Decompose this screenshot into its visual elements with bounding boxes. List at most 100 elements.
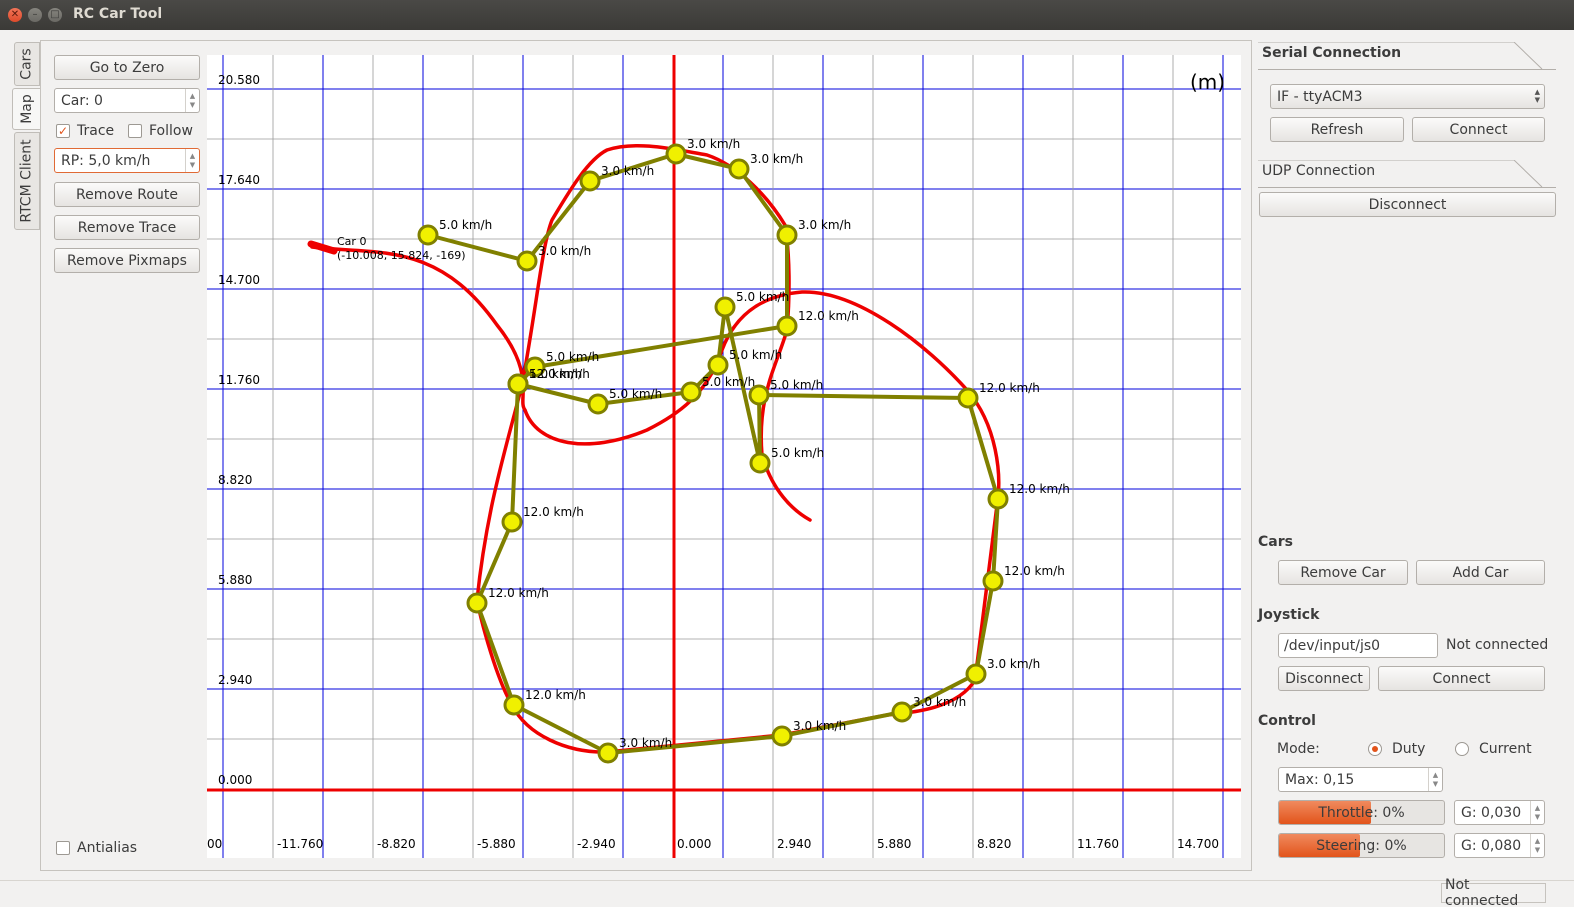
spin-arrows-icon[interactable]: ▲ ▼ [1428, 768, 1442, 791]
waypoint-marker[interactable] [776, 224, 798, 246]
waypoint-marker[interactable] [507, 373, 529, 395]
y-tick-label: 0.000 [218, 773, 252, 787]
close-window-button[interactable]: ✕ [8, 8, 22, 22]
control-section-title: Control [1258, 713, 1316, 729]
waypoint-speed-label: 3.0 km/h [913, 695, 966, 709]
minimize-window-button[interactable]: – [28, 8, 42, 22]
x-tick-label: 0.000 [677, 837, 711, 851]
x-tick-label: -11.760 [277, 837, 323, 851]
waypoint-speed-label: 3.0 km/h [793, 719, 846, 733]
steering-gain-value: G: 0,080 [1461, 837, 1522, 854]
waypoint-speed-label: 3.0 km/h [798, 218, 851, 232]
x-tick-label: 00 [207, 837, 222, 851]
x-tick-label: -8.820 [377, 837, 416, 851]
car-spinbox[interactable]: Car: 0 ▲ ▼ [54, 88, 200, 113]
waypoint-marker[interactable] [516, 250, 538, 272]
car-pose-label: (-10.008, 15.824, -169) [337, 249, 465, 262]
joystick-status-label: Not connected [1446, 637, 1549, 653]
waypoint-marker[interactable] [579, 170, 601, 192]
waypoint-marker[interactable] [982, 570, 1004, 592]
max-duty-value: Max: 0,15 [1285, 771, 1355, 788]
joystick-disconnect-button[interactable]: Disconnect [1278, 666, 1370, 691]
waypoint-marker[interactable] [891, 701, 913, 723]
car-name-label: Car 0 [337, 235, 366, 248]
map-view[interactable]: 20.580 17.640 14.700 11.760 8.820 5.880 2.940 0… [207, 55, 1241, 858]
title-bar: ✕ – □ RC Car Tool [0, 0, 1574, 30]
steering-progress: Steering: 0% [1278, 833, 1445, 858]
tab-map[interactable]: Map [12, 88, 40, 130]
steering-progress-text: Steering: 0% [1316, 837, 1407, 854]
waypoint-marker[interactable] [957, 387, 979, 409]
waypoint-marker[interactable] [728, 158, 750, 180]
serial-refresh-button[interactable]: Refresh [1270, 117, 1404, 142]
duty-radio[interactable]: Duty [1368, 741, 1425, 757]
waypoint-marker[interactable] [501, 511, 523, 533]
waypoint-marker[interactable] [707, 354, 729, 376]
waypoint-marker[interactable] [776, 315, 798, 337]
x-tick-label: 14.700 [1177, 837, 1219, 851]
x-tick-label: 11.760 [1077, 837, 1119, 851]
waypoint-speed-label: 12.0 km/h [979, 381, 1040, 395]
waypoint-marker[interactable] [965, 663, 987, 685]
spin-arrows-icon[interactable]: ▲ ▼ [1530, 801, 1544, 824]
tab-cars[interactable]: Cars [14, 42, 40, 86]
joystick-connect-button[interactable]: Connect [1378, 666, 1545, 691]
steering-gain-spinbox[interactable]: G: 0,080 ▲ ▼ [1454, 833, 1545, 858]
remove-pixmaps-button[interactable]: Remove Pixmaps [54, 248, 200, 273]
serial-port-value: IF - ttyACM3 [1277, 88, 1363, 105]
add-car-button[interactable]: Add Car [1416, 560, 1545, 585]
spin-arrows-icon[interactable]: ▲ ▼ [1530, 834, 1544, 857]
spin-arrows-icon[interactable]: ▲ ▼ [185, 89, 199, 112]
max-duty-spinbox[interactable]: Max: 0,15 ▲ ▼ [1278, 767, 1443, 792]
y-tick-label: 11.760 [218, 373, 260, 387]
current-radio[interactable]: Current [1455, 741, 1532, 757]
throttle-gain-spinbox[interactable]: G: 0,030 ▲ ▼ [1454, 800, 1545, 825]
remove-car-button[interactable]: Remove Car [1278, 560, 1408, 585]
go-to-zero-button[interactable]: Go to Zero [54, 55, 200, 80]
spin-arrows-icon[interactable]: ▲ ▼ [185, 149, 199, 172]
radio-selected-icon [1368, 742, 1382, 756]
unit-label: (m) [1190, 70, 1225, 94]
waypoint-speed-label: 5.0 km/h [736, 290, 789, 304]
trace-checkbox[interactable]: ✓ Trace [56, 123, 114, 139]
waypoint-marker[interactable] [771, 725, 793, 747]
waypoint-speed-label: 3.0 km/h [619, 736, 672, 750]
waypoint-marker[interactable] [587, 393, 609, 415]
waypoint-speed-label: 5.0 km/h [771, 446, 824, 460]
rp-speed-spinbox[interactable]: RP: 5,0 km/h ▲ ▼ [54, 148, 200, 173]
y-tick-label: 20.580 [218, 73, 260, 87]
joystick-device-input[interactable]: /dev/input/js0 [1278, 633, 1438, 658]
waypoint-marker[interactable] [665, 143, 687, 165]
remove-route-button[interactable]: Remove Route [54, 182, 200, 207]
follow-checkbox[interactable]: Follow [128, 123, 193, 139]
radio-empty-icon [1455, 742, 1469, 756]
tab-rtcm-client[interactable]: RTCM Client [14, 132, 40, 230]
current-label: Current [1479, 741, 1532, 757]
maximize-window-button[interactable]: □ [48, 8, 62, 22]
serial-connect-button[interactable]: Connect [1412, 117, 1545, 142]
checkbox-empty-icon [56, 841, 70, 855]
duty-label: Duty [1392, 741, 1426, 757]
antialias-checkbox[interactable]: Antialias [56, 840, 137, 856]
waypoint-speed-label: 5.0 km/h [439, 218, 492, 232]
waypoint-marker[interactable] [417, 224, 439, 246]
waypoint-speed-label: 12.0 km/h [1004, 564, 1065, 578]
waypoint-marker[interactable] [503, 694, 525, 716]
waypoint-marker[interactable] [714, 296, 736, 318]
waypoint-marker[interactable] [466, 592, 488, 614]
waypoint-speed-label: 3.0 km/h [687, 137, 740, 151]
waypoint-marker[interactable] [597, 742, 619, 764]
serial-connection-title: Serial Connection [1262, 45, 1402, 61]
waypoint-speed-label: 3.0 km/h [987, 657, 1040, 671]
mode-label: Mode: [1277, 741, 1320, 757]
serial-port-select[interactable]: IF - ttyACM3 ▲ ▼ [1270, 84, 1545, 109]
waypoint-marker[interactable] [680, 381, 702, 403]
waypoint-marker[interactable] [987, 488, 1009, 510]
y-tick-label: 17.640 [218, 173, 260, 187]
udp-disconnect-button[interactable]: Disconnect [1259, 192, 1556, 217]
remove-trace-button[interactable]: Remove Trace [54, 215, 200, 240]
status-text: Not connected [1441, 877, 1546, 907]
waypoint-marker[interactable] [749, 452, 771, 474]
throttle-gain-value: G: 0,030 [1461, 804, 1522, 821]
cars-section-title: Cars [1258, 534, 1293, 550]
